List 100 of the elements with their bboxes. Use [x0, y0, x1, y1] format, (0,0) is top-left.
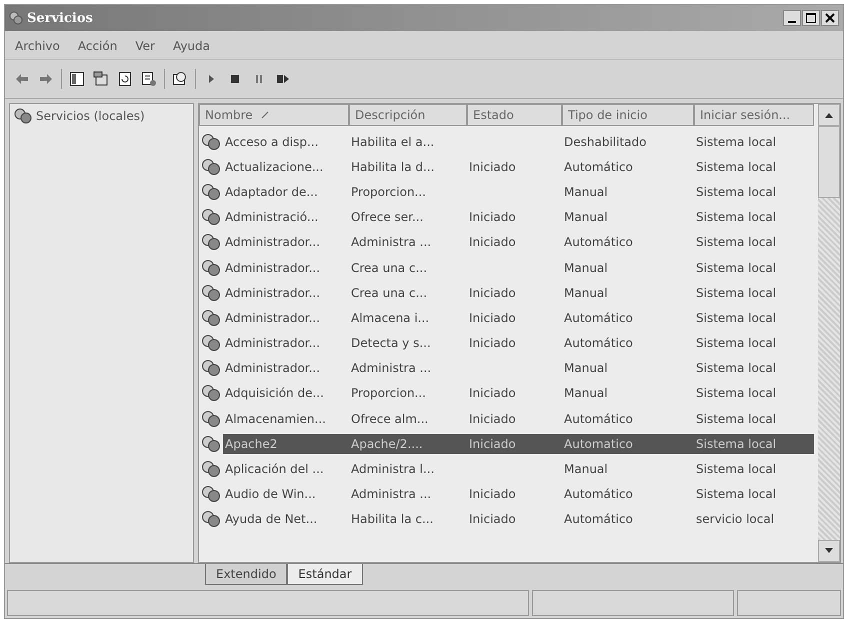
- minimize-icon: [788, 20, 796, 22]
- scroll-up-icon: [825, 112, 833, 118]
- table-cell-text: Automático: [563, 160, 634, 174]
- table-cell-text: Apache2: [224, 436, 278, 451]
- table-cell-text: Habilita el a...: [350, 134, 436, 149]
- tree-icon: [69, 71, 85, 87]
- table-cell-text: Automático: [563, 310, 634, 325]
- table-cell-text: Iniciado: [468, 160, 517, 174]
- table-cell-text: Manual: [563, 210, 609, 224]
- gear-icon: [201, 410, 221, 428]
- forward-icon: [38, 71, 54, 87]
- table-cell-text: Almacena i...: [350, 310, 430, 325]
- view-tab[interactable]: Extendido: [205, 564, 288, 585]
- help-icon: [172, 71, 188, 87]
- service-row[interactable]: Ayuda de Net... Habilita la c... Iniciado Automático servicio local: [223, 509, 814, 530]
- maximize-button[interactable]: [802, 10, 820, 26]
- table-cell-text: Administra ...: [350, 361, 432, 376]
- minimize-button[interactable]: [783, 10, 801, 26]
- service-row[interactable]: Administrador... Crea una c... Manual Sistema local: [223, 258, 814, 278]
- service-row[interactable]: Adquisición de... Proporcion... Iniciado Manual Sistema local: [223, 383, 814, 404]
- table-cell-text: Crea una c...: [350, 260, 428, 275]
- gear-icon: [201, 284, 221, 302]
- table-cell-text: Sistema local: [695, 184, 778, 199]
- service-row[interactable]: Acceso a disp... Habilita el a... Deshabilitado Sistema local: [223, 132, 814, 152]
- service-row[interactable]: Actualizacione... Habilita la d... Iniciado Automático Sistema local: [223, 156, 814, 177]
- gear-icon: [201, 434, 221, 453]
- service-row[interactable]: Audio de Win... Administra ... Iniciado Automático Sistema local: [223, 484, 814, 504]
- table-cell-text: Proporcion...: [350, 184, 427, 199]
- table-cell-text: Sistema local: [695, 310, 778, 325]
- service-row[interactable]: Administrador... Detecta y s... Iniciado Automático Sistema local: [223, 333, 814, 354]
- table-cell-text: Detecta y s...: [350, 336, 432, 350]
- table-cell-text: Manual: [563, 286, 609, 300]
- scrollbar[interactable]: [818, 104, 840, 562]
- table-cell-text: Manual: [563, 386, 609, 400]
- menu-item[interactable]: Ayuda: [172, 39, 210, 53]
- menu-item[interactable]: Acción: [78, 39, 118, 53]
- gear-icon: [201, 460, 221, 478]
- gear-icon: [201, 258, 221, 277]
- service-row[interactable]: Administrador... Administra ... Iniciado Automático Sistema local: [223, 232, 814, 252]
- gear-icon: [14, 108, 32, 124]
- export-button[interactable]: [140, 70, 158, 88]
- table-cell-text: Sistema local: [695, 260, 778, 275]
- service-row[interactable]: Administrador... Almacena i... Iniciado Automático Sistema local: [223, 308, 814, 328]
- gear-icon: [201, 334, 221, 352]
- refresh-button[interactable]: [116, 70, 134, 88]
- table-cell-text: Sistema local: [695, 436, 778, 451]
- table-cell-text: Ofrece alm...: [350, 412, 430, 426]
- column-header[interactable]: Nombre: [199, 104, 349, 126]
- properties-icon: [93, 71, 109, 87]
- table-cell-text: Sistema local: [695, 235, 778, 250]
- help-button[interactable]: [171, 70, 189, 88]
- tree-button[interactable]: [68, 70, 86, 88]
- column-header[interactable]: Estado: [467, 104, 562, 126]
- table-cell-text: Deshabilitado: [563, 134, 648, 149]
- service-row[interactable]: Administrador... Crea una c... Iniciado Manual Sistema local: [223, 282, 814, 303]
- table-cell-text: Manual: [563, 462, 609, 476]
- menu-item[interactable]: Ver: [135, 39, 155, 53]
- table-cell-text: Iniciado: [468, 336, 517, 350]
- service-row[interactable]: Administració... Ofrece ser... Iniciado Manual Sistema local: [223, 207, 814, 228]
- table-cell-text: Administració...: [224, 210, 320, 224]
- service-row[interactable]: Administrador... Administra ... Manual Sistema local: [223, 358, 814, 378]
- table-cell-text: Aplicación del ...: [224, 462, 325, 476]
- table-cell-text: Sistema local: [695, 462, 778, 476]
- table-cell-text: Proporcion...: [350, 386, 427, 400]
- service-row[interactable]: Adaptador de... Proporcion... Manual Sistema local: [223, 182, 814, 202]
- table-cell-text: Automatico: [563, 436, 634, 451]
- maximize-icon: [806, 13, 816, 23]
- table-cell-text: Automático: [563, 336, 634, 350]
- table-cell-text: Sistema local: [695, 210, 778, 224]
- services-icon: [9, 11, 23, 25]
- service-row[interactable]: Aplicación del ... Administra l... Manual Sistema local: [223, 459, 814, 480]
- table-cell-text: Sistema local: [695, 361, 778, 376]
- service-row[interactable]: Almacenamien... Ofrece alm... Iniciado Automático Sistema local: [223, 408, 814, 429]
- table-cell-text: Iniciado: [468, 210, 517, 224]
- export-icon: [141, 71, 157, 87]
- table-cell-text: Administrador...: [224, 260, 322, 275]
- close-button[interactable]: [821, 10, 839, 26]
- table-cell-text: Habilita la d...: [350, 160, 436, 174]
- table-cell-text: Administrador...: [224, 235, 322, 250]
- table-cell-text: Iniciado: [468, 512, 517, 526]
- properties-button[interactable]: [92, 70, 110, 88]
- table-cell-text: Iniciado: [468, 386, 517, 400]
- scroll-thumb[interactable]: [818, 126, 840, 198]
- column-header[interactable]: Descripción: [349, 104, 467, 126]
- table-cell-text: Adquisición de...: [224, 386, 325, 400]
- table-cell-text: Manual: [563, 260, 609, 275]
- scroll-down-icon: [825, 548, 833, 554]
- tree-item[interactable]: Servicios (locales): [10, 104, 193, 128]
- gear-icon: [201, 208, 221, 226]
- menu-item[interactable]: Archivo: [15, 39, 60, 53]
- table-cell-text: Automático: [563, 487, 634, 502]
- column-header[interactable]: Iniciar sesión...: [694, 104, 814, 126]
- table-cell-text: Sistema local: [695, 134, 778, 149]
- table-cell-text: Iniciado: [468, 310, 517, 325]
- table-cell-text: Apache/2....: [350, 436, 424, 451]
- service-row[interactable]: Apache2 Apache/2.... Iniciado Automatico Sistema local: [223, 434, 814, 454]
- window-title: Servicios: [27, 10, 93, 26]
- view-tab[interactable]: Estándar: [287, 564, 363, 585]
- column-header[interactable]: Tipo de inicio: [562, 104, 694, 126]
- refresh-icon: [117, 71, 133, 87]
